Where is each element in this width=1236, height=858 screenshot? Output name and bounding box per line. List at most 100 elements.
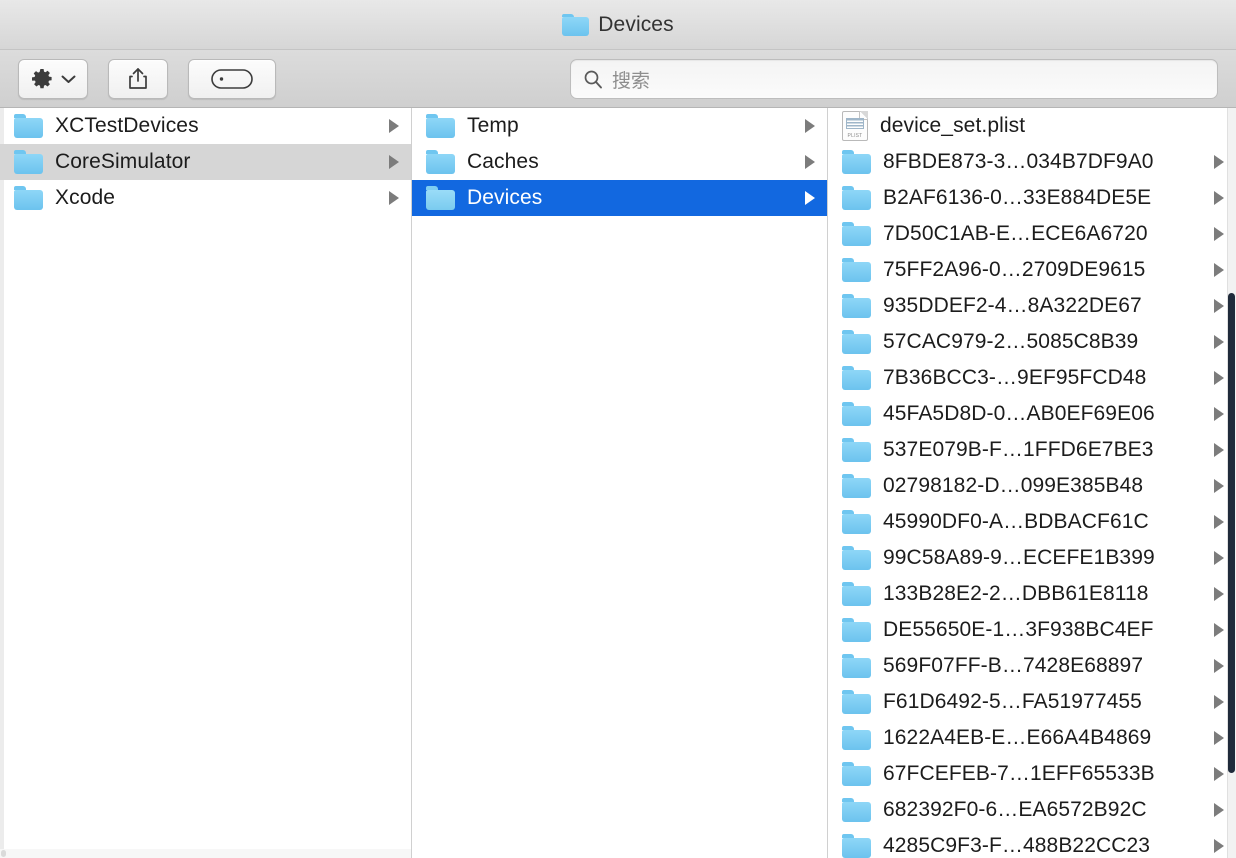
horizontal-scrollbar[interactable] xyxy=(0,849,411,858)
disclosure-arrow-icon[interactable] xyxy=(389,155,399,169)
list-item[interactable]: XCTestDevices xyxy=(0,108,411,144)
column-browser: XCTestDevices CoreSimulator Xcode Temp Cach… xyxy=(0,108,1236,858)
action-menu-button[interactable] xyxy=(18,58,88,99)
list-item[interactable]: 7B36BCC3-…9EF95FCD48 xyxy=(828,360,1236,396)
folder-icon xyxy=(842,690,871,714)
list-item[interactable]: Temp xyxy=(412,108,827,144)
chevron-down-icon xyxy=(61,75,76,83)
list-item[interactable]: PLIST device_set.plist xyxy=(828,108,1236,144)
list-item-label: 133B28E2-2…DBB61E8118 xyxy=(883,582,1149,605)
list-item[interactable]: 67FCEFEB-7…1EFF65533B xyxy=(828,756,1236,792)
list-item[interactable]: Caches xyxy=(412,144,827,180)
list-item[interactable]: 4285C9F3-F…488B22CC23 xyxy=(828,828,1236,858)
disclosure-arrow-icon[interactable] xyxy=(1214,839,1224,853)
list-item[interactable]: 57CAC979-2…5085C8B39 xyxy=(828,324,1236,360)
list-item-label: 4285C9F3-F…488B22CC23 xyxy=(883,834,1151,857)
disclosure-arrow-icon[interactable] xyxy=(389,119,399,133)
disclosure-arrow-icon[interactable] xyxy=(805,155,815,169)
list-item[interactable]: Xcode xyxy=(0,180,411,216)
disclosure-arrow-icon[interactable] xyxy=(389,191,399,205)
page-title: Devices xyxy=(598,12,674,36)
folder-icon xyxy=(842,150,871,174)
disclosure-arrow-icon[interactable] xyxy=(1214,551,1224,565)
disclosure-arrow-icon[interactable] xyxy=(1214,407,1224,421)
list-item[interactable]: 682392F0-6…EA6572B92C xyxy=(828,792,1236,828)
list-item-label: CoreSimulator xyxy=(55,150,191,173)
disclosure-arrow-icon[interactable] xyxy=(1214,803,1224,817)
list-item[interactable]: 133B28E2-2…DBB61E8118 xyxy=(828,576,1236,612)
disclosure-arrow-icon[interactable] xyxy=(1214,155,1224,169)
list-item[interactable]: 1622A4EB-E…E66A4B4869 xyxy=(828,720,1236,756)
column-1-list: XCTestDevices CoreSimulator Xcode xyxy=(0,108,411,216)
disclosure-arrow-icon[interactable] xyxy=(1214,587,1224,601)
disclosure-arrow-icon[interactable] xyxy=(1214,731,1224,745)
list-item-label: Caches xyxy=(467,150,539,173)
list-item[interactable]: Devices xyxy=(412,180,827,216)
disclosure-arrow-icon[interactable] xyxy=(1214,335,1224,349)
list-item[interactable]: CoreSimulator xyxy=(0,144,411,180)
folder-icon xyxy=(842,294,871,318)
list-item-label: 935DDEF2-4…8A322DE67 xyxy=(883,294,1142,317)
folder-icon xyxy=(842,438,871,462)
search-field-wrapper[interactable]: 搜索 xyxy=(570,59,1218,99)
disclosure-arrow-icon[interactable] xyxy=(1214,515,1224,529)
folder-icon xyxy=(842,546,871,570)
disclosure-arrow-icon[interactable] xyxy=(1214,299,1224,313)
horizontal-scrollbar-thumb[interactable] xyxy=(1,850,6,857)
disclosure-arrow-icon[interactable] xyxy=(1214,695,1224,709)
tag-button[interactable] xyxy=(188,58,276,99)
search-input[interactable]: 搜索 xyxy=(570,59,1218,99)
disclosure-arrow-icon[interactable] xyxy=(1214,659,1224,673)
column-1[interactable]: XCTestDevices CoreSimulator Xcode xyxy=(0,108,412,858)
folder-icon xyxy=(842,834,871,858)
folder-icon xyxy=(842,798,871,822)
folder-icon xyxy=(14,150,43,174)
disclosure-arrow-icon[interactable] xyxy=(805,119,815,133)
disclosure-arrow-icon[interactable] xyxy=(1214,371,1224,385)
list-item[interactable]: 8FBDE873-3…034B7DF9A0 xyxy=(828,144,1236,180)
list-item[interactable]: 7D50C1AB-E…ECE6A6720 xyxy=(828,216,1236,252)
list-item[interactable]: 75FF2A96-0…2709DE9615 xyxy=(828,252,1236,288)
list-item[interactable]: 569F07FF-B…7428E68897 xyxy=(828,648,1236,684)
list-item-label: Devices xyxy=(467,186,543,209)
disclosure-arrow-icon[interactable] xyxy=(805,191,815,205)
list-item-label: B2AF6136-0…33E884DE5E xyxy=(883,186,1152,209)
list-item-label: 45990DF0-A…BDBACF61C xyxy=(883,510,1149,533)
folder-icon xyxy=(562,13,590,36)
folder-icon xyxy=(842,402,871,426)
list-item-label: 7B36BCC3-…9EF95FCD48 xyxy=(883,366,1147,389)
vertical-scrollbar[interactable] xyxy=(1227,108,1236,858)
disclosure-arrow-icon[interactable] xyxy=(1214,479,1224,493)
column-2-list: Temp Caches Devices xyxy=(412,108,827,216)
plist-file-icon: PLIST xyxy=(842,111,868,141)
column-2[interactable]: Temp Caches Devices xyxy=(412,108,828,858)
list-item[interactable]: B2AF6136-0…33E884DE5E xyxy=(828,180,1236,216)
folder-icon xyxy=(426,114,455,138)
list-item[interactable]: F61D6492-5…FA51977455 xyxy=(828,684,1236,720)
disclosure-arrow-icon[interactable] xyxy=(1214,227,1224,241)
disclosure-arrow-icon[interactable] xyxy=(1214,191,1224,205)
folder-icon xyxy=(842,366,871,390)
disclosure-arrow-icon[interactable] xyxy=(1214,767,1224,781)
list-item[interactable]: 02798182-D…099E385B48 xyxy=(828,468,1236,504)
list-item-label: Xcode xyxy=(55,186,116,209)
disclosure-arrow-icon[interactable] xyxy=(1214,443,1224,457)
list-item-label: device_set.plist xyxy=(880,114,1026,137)
column-3[interactable]: PLIST device_set.plist 8FBDE873-3…034B7DF9… xyxy=(828,108,1236,858)
list-item-label: XCTestDevices xyxy=(55,114,199,137)
list-item[interactable]: 537E079B-F…1FFD6E7BE3 xyxy=(828,432,1236,468)
share-button[interactable] xyxy=(108,58,168,99)
disclosure-arrow-icon[interactable] xyxy=(1214,263,1224,277)
list-item-label: 75FF2A96-0…2709DE9615 xyxy=(883,258,1146,281)
list-item[interactable]: 99C58A89-9…ECEFE1B399 xyxy=(828,540,1236,576)
disclosure-arrow-icon[interactable] xyxy=(1214,623,1224,637)
list-item[interactable]: 45FA5D8D-0…AB0EF69E06 xyxy=(828,396,1236,432)
list-item[interactable]: 45990DF0-A…BDBACF61C xyxy=(828,504,1236,540)
folder-icon xyxy=(426,186,455,210)
tag-icon xyxy=(211,68,253,89)
vertical-scrollbar-thumb[interactable] xyxy=(1228,293,1235,773)
list-item[interactable]: DE55650E-1…3F938BC4EF xyxy=(828,612,1236,648)
list-item[interactable]: 935DDEF2-4…8A322DE67 xyxy=(828,288,1236,324)
list-item-label: DE55650E-1…3F938BC4EF xyxy=(883,618,1154,641)
list-item-label: 02798182-D…099E385B48 xyxy=(883,474,1144,497)
